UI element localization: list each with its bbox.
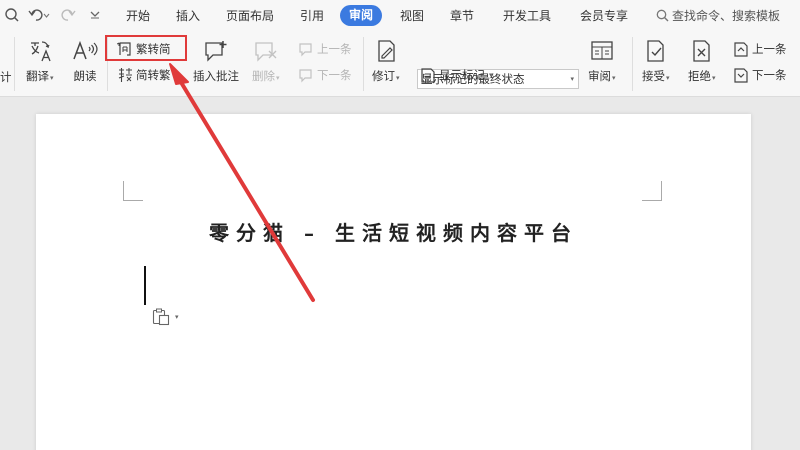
show-markup-label: 显示标记	[439, 68, 485, 82]
search-icon	[656, 9, 669, 22]
reject-icon	[689, 38, 715, 64]
track-changes-label: 修订	[372, 69, 395, 83]
tab-references[interactable]: 引用	[300, 7, 324, 24]
tab-member[interactable]: 会员专享	[580, 7, 628, 24]
prev-change-icon	[734, 41, 748, 57]
next-change-label: 下一条	[752, 68, 787, 82]
prev-change-button[interactable]: 上一条	[733, 41, 787, 57]
document-page[interactable]: 零分猫 – 生活短视频内容平台 ▾	[36, 114, 751, 450]
reject-button[interactable]: 拒绝▾	[688, 38, 716, 84]
show-markup-button[interactable]: 显示标记 ▾	[420, 67, 493, 83]
text-cursor	[144, 266, 146, 305]
tab-review[interactable]: 审阅	[340, 5, 383, 26]
prev-comment-button[interactable]: 上一条	[298, 41, 352, 57]
next-change-icon	[734, 67, 748, 83]
word-count-label[interactable]: 计	[0, 69, 12, 85]
tab-developer-tools[interactable]: 开发工具	[503, 7, 551, 24]
translate-label: 翻译	[26, 69, 49, 83]
show-markup-icon	[421, 67, 435, 83]
tab-section[interactable]: 章节	[450, 7, 474, 24]
tab-start[interactable]: 开始	[126, 7, 150, 24]
menu-bar: 开始 插入 页面布局 引用 审阅 视图 章节 开发工具 会员专享 查找命令、搜索…	[0, 0, 800, 31]
paste-options-button[interactable]: ▾	[152, 308, 179, 326]
command-search[interactable]: 查找命令、搜索模板	[656, 7, 780, 24]
simp-to-trad-label: 简转繁	[136, 68, 171, 82]
search-placeholder: 查找命令、搜索模板	[672, 9, 781, 23]
read-aloud-button[interactable]: 朗读	[72, 38, 98, 84]
prev-comment-label: 上一条	[317, 42, 352, 56]
tab-page-layout[interactable]: 页面布局	[226, 7, 274, 24]
prev-change-label: 上一条	[752, 42, 787, 56]
chevron-down-icon: ▾	[570, 75, 574, 83]
accept-icon	[643, 38, 669, 64]
document-title[interactable]: 零分猫 – 生活短视频内容平台	[36, 217, 751, 246]
insert-comment-button[interactable]: 插入批注	[193, 38, 239, 84]
margin-corner-top-left	[123, 181, 143, 201]
undo-icon[interactable]	[26, 6, 52, 24]
next-comment-icon	[299, 68, 312, 82]
tab-view[interactable]: 视图	[400, 7, 424, 24]
redo-icon[interactable]	[58, 6, 84, 24]
tab-insert[interactable]: 插入	[176, 7, 200, 24]
chevron-down-icon: ▾	[175, 313, 179, 321]
track-changes-button[interactable]: 修订▾	[372, 38, 400, 84]
accept-button[interactable]: 接受▾	[642, 38, 670, 84]
insert-comment-label: 插入批注	[193, 69, 239, 83]
translate-icon	[27, 38, 53, 64]
next-comment-button[interactable]: 下一条	[298, 67, 352, 83]
prev-comment-icon	[299, 42, 312, 56]
quick-access-more-icon[interactable]	[88, 6, 102, 24]
delete-comment-icon	[253, 38, 279, 64]
review-pane-label: 审阅	[588, 69, 611, 83]
review-pane-button[interactable]: 审阅▾	[588, 38, 616, 84]
clipboard-icon	[152, 308, 170, 326]
print-preview-icon[interactable]	[2, 6, 22, 24]
margin-corner-top-right	[642, 181, 662, 201]
next-comment-label: 下一条	[317, 68, 352, 82]
read-aloud-icon	[72, 38, 98, 64]
simp-to-trad-icon	[118, 68, 132, 82]
next-change-button[interactable]: 下一条	[733, 67, 787, 83]
insert-comment-icon	[203, 38, 229, 64]
read-aloud-label: 朗读	[73, 69, 97, 83]
simp-to-trad-button[interactable]: 简转繁	[117, 67, 171, 83]
reject-label: 拒绝	[688, 69, 711, 83]
highlight-box	[105, 35, 187, 61]
track-changes-icon	[373, 38, 399, 64]
accept-label: 接受	[642, 69, 665, 83]
delete-comment-label: 删除	[252, 69, 275, 83]
review-pane-icon	[589, 38, 615, 64]
translate-button[interactable]: 翻译▾	[26, 38, 54, 84]
delete-comment-button[interactable]: 删除▾	[252, 38, 280, 84]
